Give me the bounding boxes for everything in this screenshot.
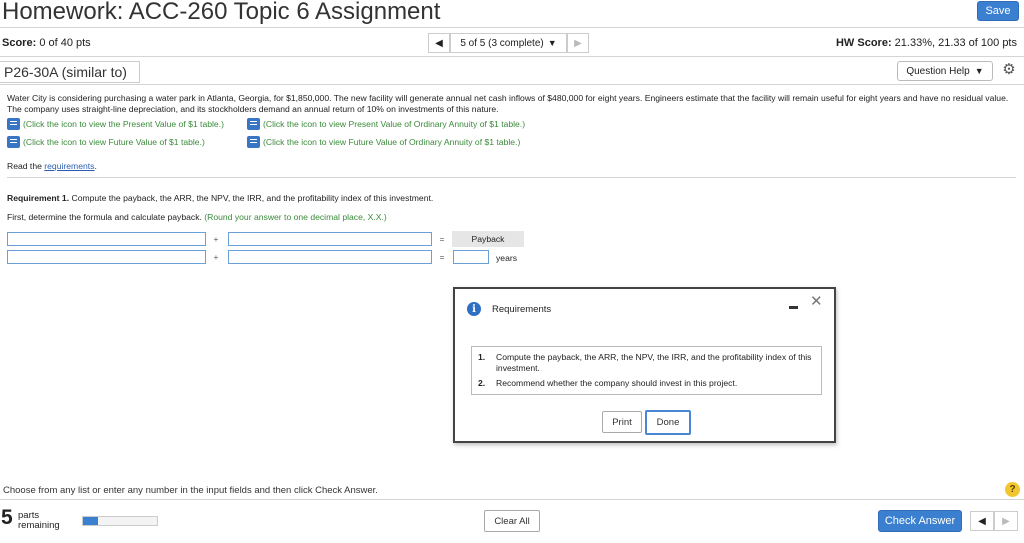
requirements-link[interactable]: requirements: [44, 161, 94, 171]
next-question-button[interactable]: ▶: [567, 33, 589, 53]
table-icon[interactable]: [7, 118, 20, 130]
payback-instruction: First, determine the formula and calcula…: [7, 212, 387, 223]
operator-equals: =: [439, 253, 445, 262]
pv-table-link[interactable]: (Click the icon to view the Present Valu…: [7, 118, 224, 130]
operator-plus: +: [213, 235, 219, 244]
table-icon[interactable]: [247, 136, 260, 148]
read-suffix: .: [94, 161, 97, 171]
footer-instruction: Choose from any list or enter any number…: [3, 485, 378, 496]
requirement-num: 2.: [478, 378, 486, 388]
pv-annuity-table-link-text: (Click the icon to view Present Value of…: [263, 118, 526, 129]
score: Score: 0 of 40 pts: [2, 37, 91, 49]
requirement-item: Recommend whether the company should inv…: [496, 378, 738, 388]
question-divider: [0, 84, 1024, 85]
parts-remaining-label: parts remaining: [18, 511, 60, 531]
problem-divider: [7, 177, 1016, 178]
hw-score-value: 21.33%, 21.33 of 100 pts: [894, 37, 1017, 49]
fv-annuity-table-link[interactable]: (Click the icon to view Future Value of …: [247, 136, 520, 148]
rounding-hint: (Round your answer to one decimal place,…: [204, 212, 387, 222]
close-icon[interactable]: ✕: [810, 294, 823, 310]
chevron-down-icon: ▼: [547, 38, 557, 48]
help-icon[interactable]: ?: [1005, 482, 1020, 497]
progress-fill: [83, 517, 98, 525]
read-requirements: Read the requirements.: [7, 161, 97, 172]
parts-count: 5: [1, 506, 13, 529]
prev-question-button[interactable]: ◀: [428, 33, 450, 53]
info-icon: i: [467, 302, 481, 316]
check-answer-button[interactable]: Check Answer: [878, 510, 962, 532]
header-divider: [0, 27, 1024, 28]
minimize-icon[interactable]: [789, 306, 798, 309]
question-help-button[interactable]: Question Help ▼: [897, 61, 993, 81]
table-icon[interactable]: [7, 136, 20, 148]
formula-denominator-input-2[interactable]: [228, 250, 432, 264]
requirements-modal: i Requirements ✕ 1. Compute the payback,…: [453, 287, 836, 443]
operator-equals: =: [439, 235, 445, 244]
next-arrow-icon: ▶: [574, 37, 582, 49]
progress-bar: [82, 516, 158, 526]
prev-arrow-icon: ◀: [978, 515, 986, 527]
score-divider: [0, 56, 1024, 57]
pv-annuity-table-link[interactable]: (Click the icon to view Present Value of…: [247, 118, 525, 130]
hw-score: HW Score: 21.33%, 21.33 of 100 pts: [836, 37, 1017, 49]
prev-arrow-icon: ◀: [435, 37, 443, 49]
score-label: Score:: [2, 37, 37, 49]
clear-all-button[interactable]: Clear All: [484, 510, 540, 532]
fv-table-link-text: (Click the icon to view Future Value of …: [23, 136, 205, 147]
next-arrow-icon: ▶: [1002, 515, 1010, 527]
question-selector[interactable]: 5 of 5 (3 complete) ▼: [450, 33, 567, 53]
save-button[interactable]: Save: [977, 1, 1019, 21]
question-help-label: Question Help: [906, 65, 970, 77]
print-button[interactable]: Print: [602, 411, 642, 433]
operator-plus: +: [213, 253, 219, 262]
table-icon[interactable]: [247, 118, 260, 130]
problem-text: Water City is considering purchasing a w…: [7, 93, 1009, 114]
chevron-down-icon: ▼: [974, 66, 984, 76]
requirement-item: Compute the payback, the ARR, the NPV, t…: [496, 352, 812, 373]
fv-annuity-table-link-text: (Click the icon to view Future Value of …: [263, 136, 521, 147]
footer-divider: [0, 499, 1024, 500]
formula-numerator-input-2[interactable]: [7, 250, 206, 264]
gear-icon[interactable]: ⚙: [1001, 62, 1017, 78]
next-question-footer-button[interactable]: ▶: [994, 511, 1018, 531]
score-value: 0 of 40 pts: [39, 37, 91, 49]
requirement-1-label: Requirement 1.: [7, 193, 70, 203]
remaining-label: remaining: [18, 520, 60, 531]
read-prefix: Read the: [7, 161, 42, 171]
prev-question-footer-button[interactable]: ◀: [970, 511, 994, 531]
done-button[interactable]: Done: [645, 410, 691, 435]
requirements-list: 1. Compute the payback, the ARR, the NPV…: [471, 346, 822, 395]
fv-table-link[interactable]: (Click the icon to view Future Value of …: [7, 136, 205, 148]
question-id: P26-30A (similar to): [0, 61, 140, 83]
payback-instruction-text: First, determine the formula and calcula…: [7, 212, 202, 222]
question-position: 5 of 5 (3 complete): [460, 37, 544, 49]
formula-numerator-input-1[interactable]: [7, 232, 206, 246]
modal-title: Requirements: [492, 304, 552, 315]
payback-result-label: Payback: [452, 231, 524, 247]
requirement-num: 1.: [478, 352, 486, 362]
payback-years-input[interactable]: [453, 250, 489, 264]
page-title: Homework: ACC-260 Topic 6 Assignment: [2, 0, 441, 25]
formula-denominator-input-1[interactable]: [228, 232, 432, 246]
requirement-1-text: Compute the payback, the ARR, the NPV, t…: [71, 193, 434, 203]
requirement-1: Requirement 1. Compute the payback, the …: [7, 193, 433, 204]
hw-score-label: HW Score:: [835, 37, 892, 49]
years-unit: years: [496, 253, 518, 263]
pv-table-link-text: (Click the icon to view the Present Valu…: [23, 118, 224, 129]
